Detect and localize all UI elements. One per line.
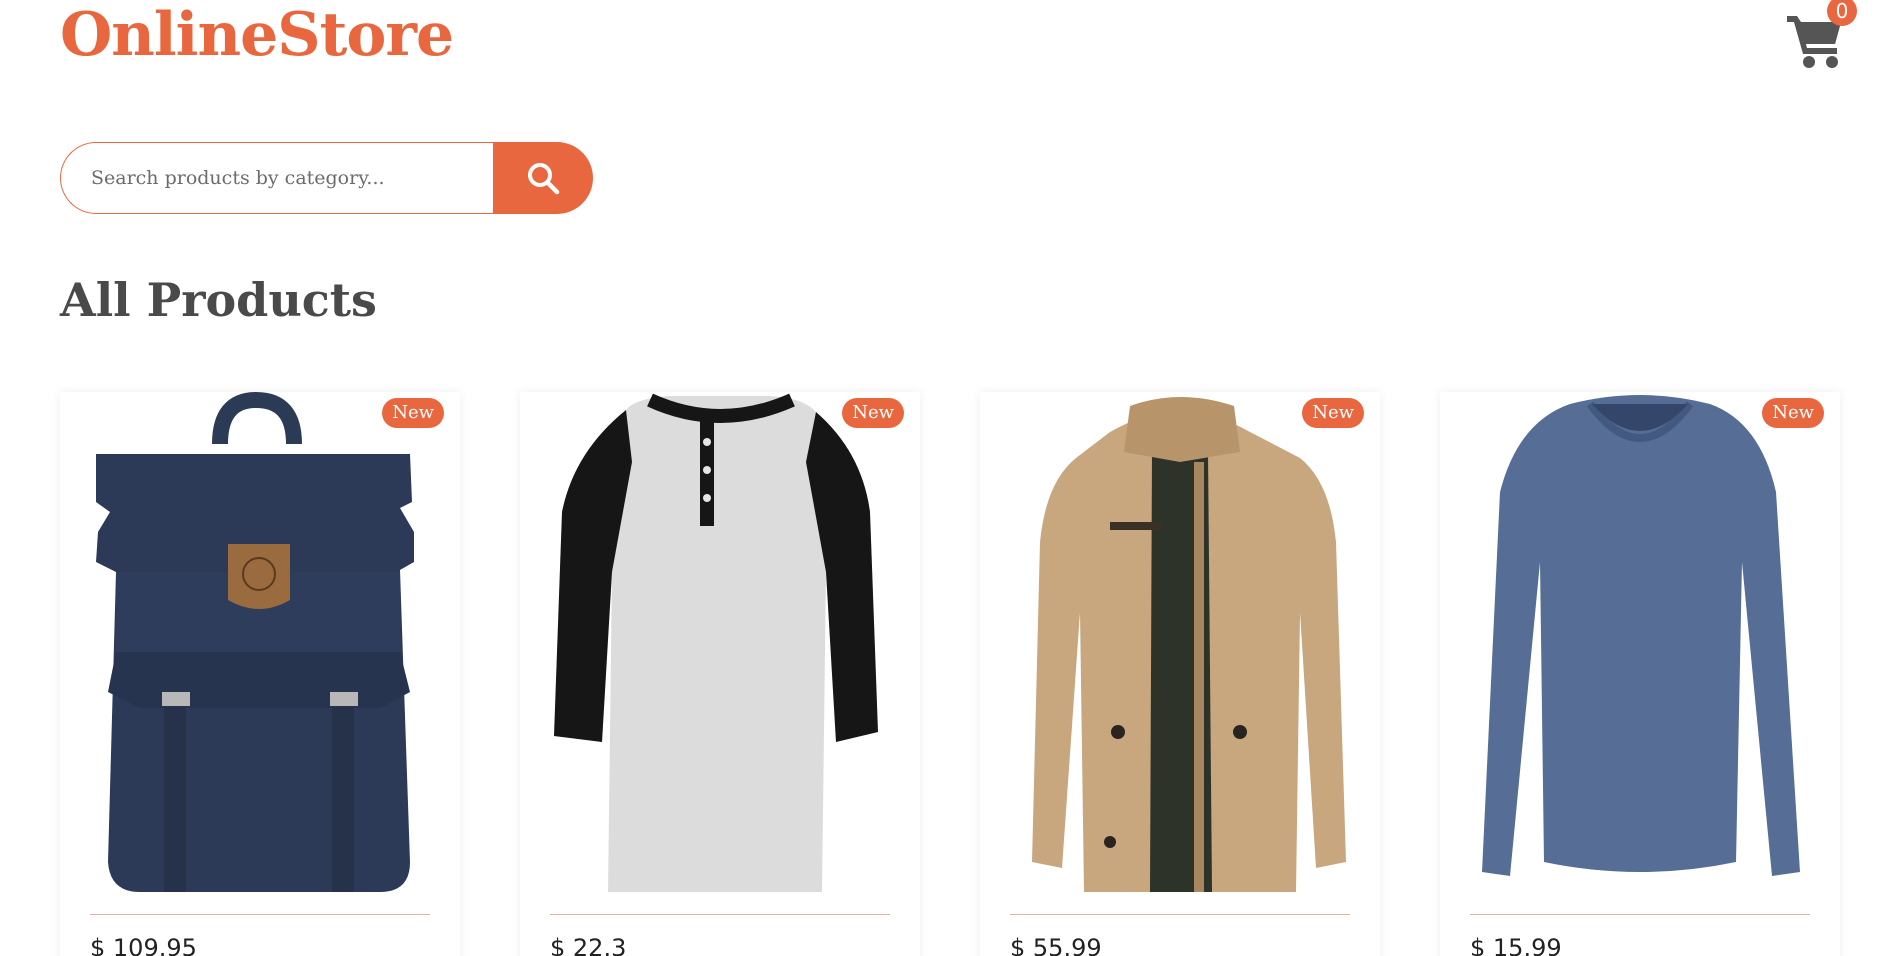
henley-shirt-image [554, 393, 878, 892]
cart-count-badge: 0 [1827, 0, 1857, 26]
jacket-image [1032, 397, 1346, 892]
search-button[interactable] [493, 142, 593, 214]
new-badge: New [1762, 398, 1824, 428]
page-title: All Products [60, 273, 377, 327]
long-sleeve-shirt-image [1482, 395, 1800, 876]
product-card[interactable]: New $ 15.99 [1440, 392, 1840, 956]
product-price: $ 15.99 [1470, 934, 1562, 956]
card-divider [90, 914, 430, 915]
product-card[interactable]: New $ 55.99 [980, 392, 1380, 956]
search-icon [528, 163, 560, 195]
product-price: $ 22.3 [550, 934, 627, 956]
card-divider [1010, 914, 1350, 915]
product-price: $ 55.99 [1010, 934, 1102, 956]
new-badge: New [842, 398, 904, 428]
brand-logo[interactable]: OnlineStore [60, 0, 454, 70]
card-divider [1470, 914, 1810, 915]
product-card[interactable]: New $ 22.3 [520, 392, 920, 956]
backpack-image [96, 392, 414, 892]
new-badge: New [382, 398, 444, 428]
search-input[interactable] [60, 142, 493, 214]
new-badge: New [1302, 398, 1364, 428]
page: OnlineStore 0 All Products [0, 0, 1898, 956]
card-divider [550, 914, 890, 915]
product-grid: New $ 109.95 New $ 22.3 New $ 55.99 New … [60, 392, 1840, 956]
product-price: $ 109.95 [90, 934, 197, 956]
search-bar [60, 142, 593, 214]
product-card[interactable]: New $ 109.95 [60, 392, 460, 956]
